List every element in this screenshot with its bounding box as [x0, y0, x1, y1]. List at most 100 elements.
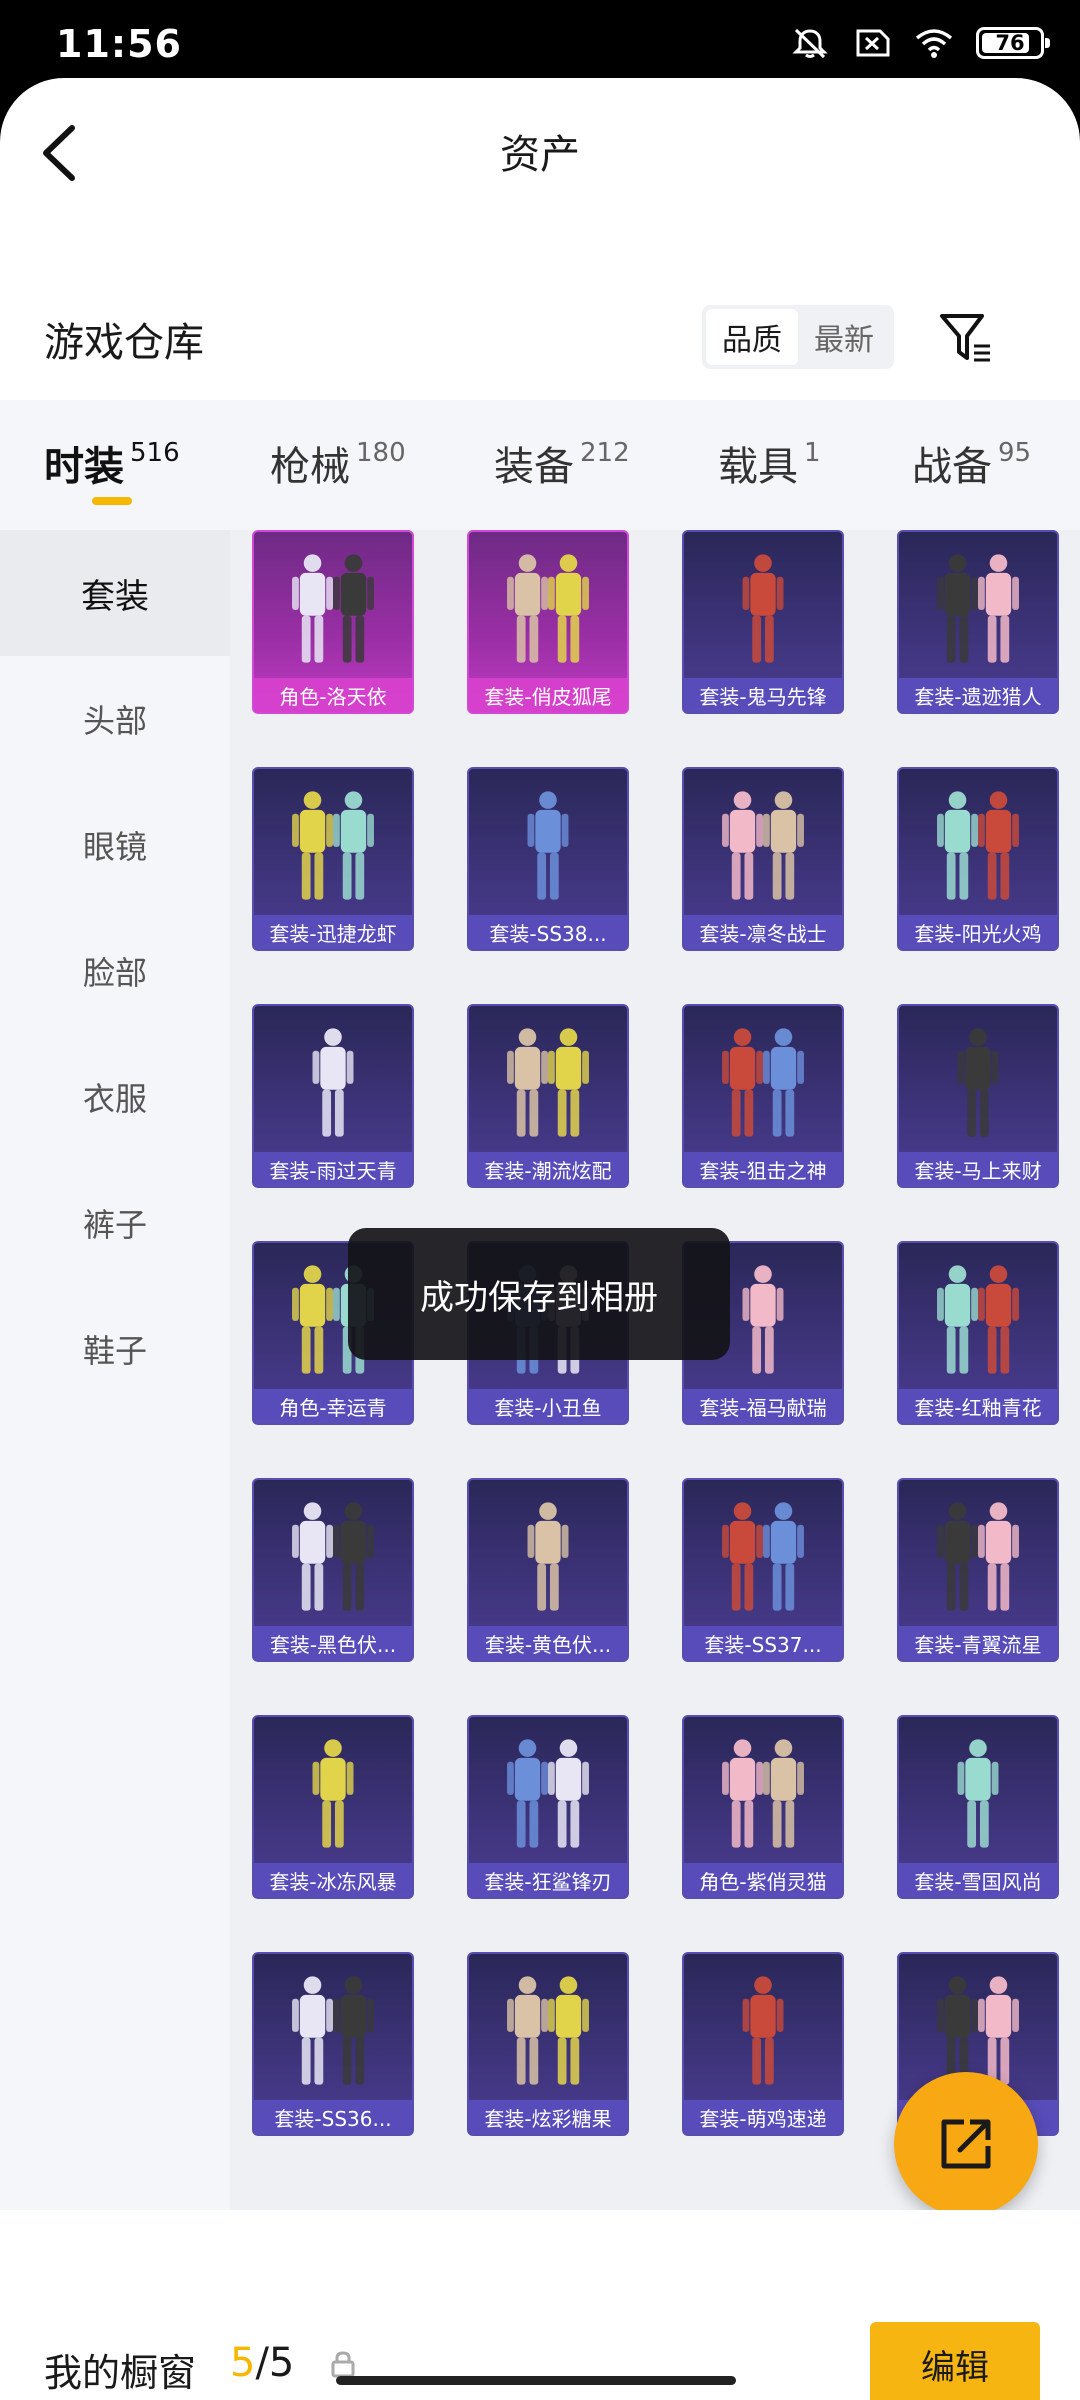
mute-icon: [792, 28, 828, 59]
page-title: 资产: [500, 132, 580, 178]
bottom-bar: 我的橱窗 5/5 编辑: [0, 2210, 1080, 2400]
sim-icon: [856, 29, 890, 57]
showcase-label: 我的橱窗: [44, 2351, 197, 2395]
item-card-label: 套装-俏皮狐尾: [469, 678, 627, 712]
battery-level: 76: [995, 31, 1025, 55]
top-bar: 资产: [0, 78, 1080, 228]
item-card-label: 套装-红釉青花: [899, 1389, 1057, 1423]
item-card[interactable]: 套装-黄色伏...: [467, 1478, 629, 1662]
sidebar-item-shoes[interactable]: 鞋子: [0, 1286, 230, 1412]
outfit-figure-image: [937, 554, 1019, 663]
item-card-label: 套装-迅捷龙虾: [254, 915, 412, 949]
tab-guns[interactable]: 枪械 180: [270, 400, 406, 530]
item-card-label: 套装-马上来财: [899, 1152, 1057, 1186]
item-card[interactable]: 套装-SS37...: [682, 1478, 844, 1662]
active-tab-indicator: [92, 497, 132, 505]
item-card[interactable]: 套装-潮流炫配: [467, 1004, 629, 1188]
sidebar-item-suit[interactable]: 套装: [0, 530, 230, 656]
tab-vehicles[interactable]: 载具 1: [718, 400, 821, 530]
item-card-label: 套装-潮流炫配: [469, 1152, 627, 1186]
tab-equipment[interactable]: 装备 212: [494, 400, 630, 530]
item-card-label: 套装-凛冬战士: [684, 915, 842, 949]
outfit-figure-image: [507, 554, 589, 663]
sidebar-item-pants[interactable]: 裤子: [0, 1160, 230, 1286]
item-card[interactable]: 角色-紫俏灵猫: [682, 1715, 844, 1899]
share-icon: [941, 2119, 991, 2169]
outfit-figure-image: [722, 1739, 804, 1848]
tab-count: 516: [130, 438, 180, 468]
item-card-label: 套装-狙击之神: [684, 1152, 842, 1186]
status-icons: 76: [790, 26, 1050, 60]
item-card[interactable]: 套装-凛冬战士: [682, 767, 844, 951]
item-card[interactable]: 套装-红釉青花: [897, 1241, 1059, 1425]
item-card-label: 套装-福马献瑞: [684, 1389, 842, 1423]
outfit-figure-image: [527, 1502, 569, 1611]
filter-icon[interactable]: [938, 310, 994, 366]
showcase-current: 5: [230, 2340, 256, 2386]
item-card[interactable]: 套装-鬼马先锋: [682, 530, 844, 714]
lock-icon: [331, 2351, 355, 2378]
item-card[interactable]: 套装-马上来财: [897, 1004, 1059, 1188]
category-tabs: 时装 516 枪械 180 装备 212 载具 1 战备 95: [0, 400, 1080, 530]
outfit-figure-image: [722, 1028, 804, 1137]
toast-message: 成功保存到相册: [348, 1228, 730, 1360]
sort-option-quality[interactable]: 品质: [706, 309, 798, 365]
status-bar: 11:56 76: [0, 0, 1080, 78]
item-card-label: 套装-遗迹猎人: [899, 678, 1057, 712]
wifi-icon: [915, 29, 953, 58]
sort-option-newest[interactable]: 最新: [798, 309, 890, 365]
item-card[interactable]: 套装-阳光火鸡: [897, 767, 1059, 951]
outfit-figure-image: [957, 1739, 999, 1848]
sidebar-item-clothes[interactable]: 衣服: [0, 1034, 230, 1160]
sidebar-item-glasses[interactable]: 眼镜: [0, 782, 230, 908]
warehouse-title: 游戏仓库: [44, 320, 204, 366]
outfit-figure-image: [292, 1502, 374, 1611]
item-card-label: 套装-雪国风尚: [899, 1863, 1057, 1897]
sidebar-item-face[interactable]: 脸部: [0, 908, 230, 1034]
item-card[interactable]: 套装-雪国风尚: [897, 1715, 1059, 1899]
share-button[interactable]: [894, 2072, 1038, 2216]
item-card[interactable]: 套装-迅捷龙虾: [252, 767, 414, 951]
item-card[interactable]: 套装-青翼流星: [897, 1478, 1059, 1662]
outfit-figure-image: [312, 1028, 354, 1137]
item-card[interactable]: 套装-SS38...: [467, 767, 629, 951]
item-card[interactable]: 套装-SS36...: [252, 1952, 414, 2136]
outfit-figure-image: [312, 1739, 354, 1848]
item-card[interactable]: 套装-黑色伏...: [252, 1478, 414, 1662]
sort-toggle: 品质 最新: [702, 305, 894, 369]
tab-fashion[interactable]: 时装 516: [44, 400, 180, 530]
item-card[interactable]: 套装-狂鲨锋刃: [467, 1715, 629, 1899]
item-card[interactable]: 套装-萌鸡速递: [682, 1952, 844, 2136]
tab-label: 装备: [494, 444, 574, 490]
app-sheet: 资产 游戏仓库 品质 最新 时装 516 枪械 180 装备 212 载具 1 …: [0, 78, 1080, 2400]
item-card[interactable]: 套装-炫彩糖果: [467, 1952, 629, 2136]
sub-category-sidebar: 套装 头部 眼镜 脸部 衣服 裤子 鞋子: [0, 530, 230, 2210]
item-card[interactable]: 套装-狙击之神: [682, 1004, 844, 1188]
item-card-label: 套装-冰冻风暴: [254, 1863, 412, 1897]
outfit-figure-image: [507, 1028, 589, 1137]
item-card-label: 角色-紫俏灵猫: [684, 1863, 842, 1897]
item-card[interactable]: 套装-俏皮狐尾: [467, 530, 629, 714]
item-card-label: 套装-雨过天青: [254, 1152, 412, 1186]
outfit-figure-image: [937, 791, 1019, 900]
item-card-label: 角色-幸运青: [254, 1389, 412, 1423]
outfit-figure-image: [292, 554, 374, 663]
sidebar-item-head[interactable]: 头部: [0, 656, 230, 782]
outfit-figure-image: [527, 791, 569, 900]
outfit-figure-image: [937, 1502, 1019, 1611]
item-card-label: 套装-小丑鱼: [469, 1389, 627, 1423]
item-card-label: 套装-萌鸡速递: [684, 2100, 842, 2134]
tab-supplies[interactable]: 战备 95: [912, 400, 1031, 530]
item-card[interactable]: 角色-洛天依: [252, 530, 414, 714]
item-card[interactable]: 套装-遗迹猎人: [897, 530, 1059, 714]
item-card-label: 套装-阳光火鸡: [899, 915, 1057, 949]
tab-label: 时装: [44, 444, 124, 490]
edit-button[interactable]: 编辑: [870, 2322, 1040, 2400]
showcase-total: /5: [255, 2340, 295, 2386]
item-card[interactable]: 套装-雨过天青: [252, 1004, 414, 1188]
item-card[interactable]: 套装-冰冻风暴: [252, 1715, 414, 1899]
home-indicator: [336, 2376, 736, 2385]
tab-count: 212: [580, 438, 630, 468]
item-grid: 角色-洛天依 套装-俏皮狐尾 套装-鬼马先锋 套装-遗迹猎人 套装-迅捷龙虾 套装-SS3…: [230, 530, 1080, 2290]
item-card-label: 角色-洛天依: [254, 678, 412, 712]
